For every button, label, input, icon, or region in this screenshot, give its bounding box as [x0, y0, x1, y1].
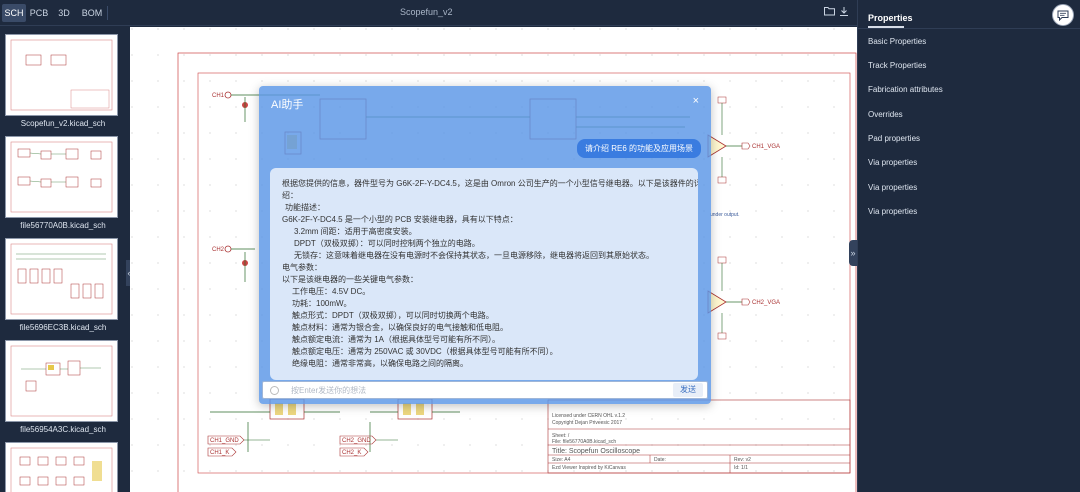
date-text: Date:	[654, 457, 666, 463]
ch1-k-label: CH1_K	[210, 450, 229, 456]
ai-message-input[interactable]: 按Enter发送你的想法	[291, 385, 366, 396]
answer-line: 电气参数：	[282, 263, 322, 272]
download-icon[interactable]	[838, 6, 850, 18]
file-label[interactable]: file56770A0B.kicad_sch	[0, 221, 126, 230]
ch1-label: CH1	[212, 93, 225, 99]
under-output-note: under output.	[710, 212, 739, 218]
file-sidebar: Scopefun_v2.kicad_sch file56770A0B.kicad…	[0, 26, 126, 492]
tab-3d[interactable]: 3D	[54, 4, 74, 22]
ch2-gnd-label: CH2_GND	[342, 438, 371, 444]
file-thumbnail[interactable]	[5, 238, 118, 320]
collapse-panel-button[interactable]: »	[849, 240, 857, 266]
id-text: Id: 1/1	[734, 465, 748, 471]
prop-fabrication-attributes[interactable]: Fabrication attributes	[868, 85, 943, 94]
tab-pcb[interactable]: PCB	[28, 4, 50, 22]
properties-panel: Properties Basic Properties Track Proper…	[857, 0, 1080, 492]
tab-sch[interactable]: SCH	[2, 4, 26, 22]
tab-bom[interactable]: BOM	[80, 4, 104, 22]
chat-icon[interactable]	[1052, 4, 1074, 26]
prop-pad-properties[interactable]: Pad properties	[868, 134, 920, 143]
prop-via-properties[interactable]: Via properties	[868, 207, 917, 216]
answer-line: 触点额定电流：通常为 1A（根据具体型号可能有所不同）。	[292, 335, 501, 344]
file-label[interactable]: Scopefun_v2.kicad_sch	[0, 119, 126, 128]
size-text: Size: A4	[552, 457, 571, 463]
file-thumbnail[interactable]	[5, 442, 118, 492]
user-question-bubble: 请介绍 RE6 的功能及应用场景	[576, 139, 701, 158]
ai-assistant-dialog: AI助手 × 请介绍 RE6 的功能及应用场景 根据您提供的信息，器件型号为 G…	[259, 86, 711, 404]
top-toolbar: SCH PCB 3D BOM Scopefun_v2	[0, 0, 857, 26]
prop-overrides[interactable]: Overrides	[868, 110, 903, 119]
ai-answer-box: 根据您提供的信息，器件型号为 G6K-2F-Y-DC4.5，这是由 Omron …	[270, 168, 698, 380]
folder-icon[interactable]	[823, 6, 835, 18]
answer-line: 以下是该继电器的一些关键电气参数：	[282, 275, 418, 284]
answer-line: DPDT（双极双掷）：可以同时控制两个独立的电路。	[294, 239, 480, 248]
ch1-vga-label: CH1_VGA	[752, 144, 780, 150]
answer-line: 触点材料：通常为银合金，以确保良好的电气接触和低电阻。	[292, 323, 508, 332]
ch2-k-label: CH2_K	[342, 450, 361, 456]
answer-line: 绍：	[282, 191, 298, 200]
file-thumbnail[interactable]	[5, 340, 118, 422]
answer-line: 绝缘电阻：通常非常高，以确保电路之间的隔离。	[292, 359, 468, 368]
title-text: Title: Scopefun Oscilloscope	[552, 448, 640, 455]
answer-line: 3.2mm 间距：适用于高密度安装。	[294, 227, 417, 236]
panel-divider	[858, 28, 1080, 29]
ch2-label: CH2	[212, 247, 225, 253]
document-title: Scopefun_v2	[400, 7, 453, 17]
answer-line: 工作电压：4.5V DC。	[292, 287, 371, 296]
prop-track-properties[interactable]: Track Properties	[868, 61, 926, 70]
answer-line: 功能描述：	[285, 203, 325, 212]
copyright-text: Copyright Dejan Priveesic 2017	[552, 420, 622, 426]
prop-via-properties[interactable]: Via properties	[868, 183, 917, 192]
file-label[interactable]: file5696EC3B.kicad_sch	[0, 323, 126, 332]
prop-via-properties[interactable]: Via properties	[868, 158, 917, 167]
file-text: File: file56770A0B.kicad_sch	[552, 439, 616, 445]
tab-divider	[107, 6, 108, 20]
ai-input-bar: 按Enter发送你的想法 发送	[262, 381, 708, 399]
license-text: Licensed under CERN OHL v.1.2	[552, 413, 625, 419]
prop-basic-properties[interactable]: Basic Properties	[868, 37, 926, 46]
ch1-gnd-label: CH1_GND	[210, 438, 239, 444]
answer-line: 无锁存：这意味着继电器在没有电源时不会保持其状态，一旦电源移除，继电器将返回到其…	[294, 251, 654, 260]
panel-title: Properties	[868, 13, 913, 23]
answer-line: 触点额定电压：通常为 250VAC 或 30VDC（根据具体型号可能有所不同）。	[292, 347, 558, 356]
rev-text: Rev: v2	[734, 457, 751, 463]
answer-line: 触点形式：DPDT（双极双掷），可以同时切换两个电路。	[292, 311, 494, 320]
answer-line: 根据您提供的信息，器件型号为 G6K-2F-Y-DC4.5，这是由 Omron …	[282, 179, 698, 188]
file-thumbnail[interactable]	[5, 136, 118, 218]
ch2-vga-label: CH2_VGA	[752, 300, 780, 306]
file-thumbnail[interactable]	[5, 34, 118, 116]
answer-line: 功耗：100mW。	[292, 299, 352, 308]
send-button[interactable]: 发送	[673, 383, 703, 397]
file-label[interactable]: file56954A3C.kicad_sch	[0, 425, 126, 434]
ai-dialog-title: AI助手	[271, 99, 304, 111]
tool-text: Ezd Viewer Inspired by KiCanvas	[552, 465, 626, 471]
answer-line: G6K-2F-Y-DC4.5 是一个小型的 PCB 安装继电器，具有以下特点：	[282, 215, 518, 224]
close-icon[interactable]: ×	[693, 95, 699, 107]
input-circle-icon	[270, 386, 279, 395]
